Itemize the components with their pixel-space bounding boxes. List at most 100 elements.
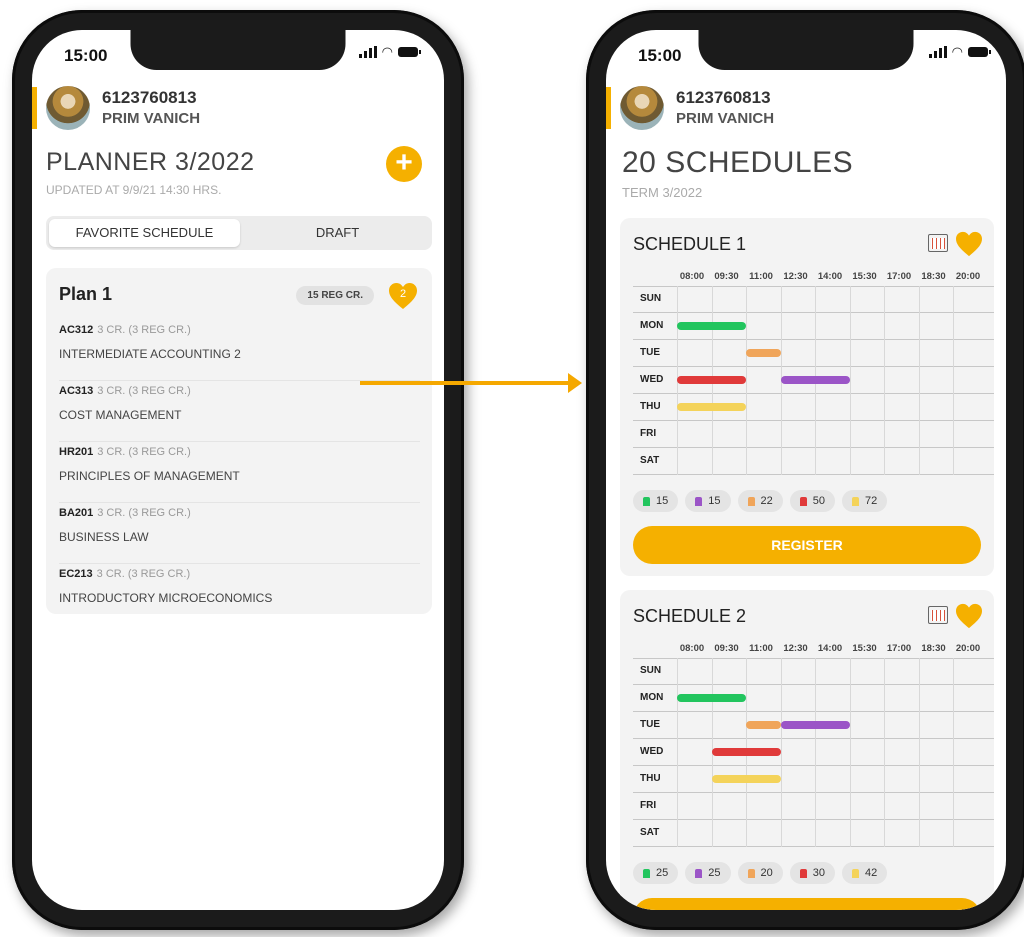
right-phone-frame: 15:00 ◠ 6123760813 PRIM VANICH 20 SCHEDU… <box>586 10 1024 930</box>
class-block[interactable] <box>780 721 850 729</box>
time-label: 08:00 <box>679 271 705 282</box>
schedule-card[interactable]: SCHEDULE 2 08:00 09:30 11:00 12:30 14:00 15:30… <box>620 590 994 910</box>
page-title: PLANNER 3/2022 <box>46 148 255 176</box>
seat-pill: 25 <box>633 862 679 884</box>
time-label: 09:30 <box>714 271 739 282</box>
day-label: MON <box>640 320 664 331</box>
time-label: 14:00 <box>817 643 843 654</box>
left-phone-frame: 15:00 ◠ 6123760813 PRIM VANICH PLANNER 3… <box>12 10 464 930</box>
favorite-heart-icon[interactable]: 2 <box>388 282 418 310</box>
avatar[interactable] <box>46 86 90 130</box>
left-phone-screen: 15:00 ◠ 6123760813 PRIM VANICH PLANNER 3… <box>32 30 444 910</box>
favorite-heart-icon[interactable] <box>954 231 984 257</box>
list-item[interactable]: AC313 3 CR. (3 REG CR.) COST MANAGEMENT <box>59 381 420 442</box>
time-label: 12:30 <box>783 643 808 654</box>
day-row: FRI <box>633 793 994 820</box>
status-icons: ◠ <box>928 44 991 59</box>
time-label: 08:00 <box>679 643 705 654</box>
time-header: 08:00 09:30 11:00 12:30 14:00 15:30 17:00 18:30… <box>620 643 990 657</box>
list-item[interactable]: BA201 3 CR. (3 REG CR.) BUSINESS LAW <box>59 503 420 564</box>
page-title: 20 SCHEDULES <box>622 146 854 179</box>
class-block[interactable] <box>746 349 781 357</box>
avatar[interactable] <box>620 86 664 130</box>
reg-credits-badge: 15 REG CR. <box>296 286 374 305</box>
seat-icon <box>747 868 755 878</box>
grid-line <box>884 658 885 847</box>
status-time: 15:00 <box>64 46 108 65</box>
day-row: SUN <box>633 286 994 313</box>
schedule-card[interactable]: SCHEDULE 1 08:00 09:30 11:00 12:30 14:00 15:30… <box>620 218 994 576</box>
seat-pill: 72 <box>842 490 888 512</box>
calendar-icon[interactable] <box>928 606 948 624</box>
class-block[interactable] <box>711 748 781 756</box>
seat-count: 20 <box>760 867 773 879</box>
add-plan-button[interactable]: + <box>386 146 422 182</box>
register-button[interactable] <box>633 898 981 910</box>
course-code: AC313 <box>59 385 94 397</box>
grid-line <box>815 658 816 847</box>
battery-icon <box>968 47 991 57</box>
course-credits: 3 CR. (3 REG CR.) <box>97 385 191 397</box>
day-label: SAT <box>640 455 660 466</box>
favorite-count: 2 <box>399 288 407 300</box>
favorite-heart-icon[interactable] <box>954 603 984 629</box>
day-label: SAT <box>640 827 660 838</box>
class-block[interactable] <box>780 376 850 384</box>
seat-count: 42 <box>865 867 878 879</box>
class-block[interactable] <box>677 376 746 384</box>
tab-favorite-schedule[interactable]: FAVORITE SCHEDULE <box>49 219 240 247</box>
seat-count: 15 <box>656 495 669 507</box>
day-row: THU <box>633 766 994 793</box>
day-label: FRI <box>640 800 657 811</box>
seat-availability: 15 15 22 50 72 <box>633 490 888 512</box>
day-row: WED <box>633 739 994 766</box>
register-button[interactable]: REGISTER <box>633 526 981 564</box>
course-code: BA201 <box>59 507 94 519</box>
course-credits: 3 CR. (3 REG CR.) <box>97 446 191 458</box>
wifi-icon: ◠ <box>951 44 963 59</box>
notch <box>130 30 346 70</box>
list-item[interactable]: EC213 3 CR. (3 REG CR.) INTRODUCTORY MICR… <box>59 564 420 624</box>
day-row: SAT <box>633 448 994 475</box>
seat-icon <box>695 868 703 878</box>
class-block[interactable] <box>746 721 781 729</box>
class-block[interactable] <box>677 322 746 330</box>
seat-pill: 15 <box>633 490 679 512</box>
course-name: INTRODUCTORY MICROECONOMICS <box>59 591 273 605</box>
schedule-title: SCHEDULE 1 <box>633 234 747 254</box>
class-block[interactable] <box>677 403 746 411</box>
student-id: 6123760813 <box>676 88 771 107</box>
student-id: 6123760813 <box>102 88 197 107</box>
day-label: THU <box>640 401 661 412</box>
profile-header[interactable]: 6123760813 PRIM VANICH <box>606 84 1006 134</box>
tab-draft[interactable]: DRAFT <box>246 219 429 247</box>
calendar-icon[interactable] <box>928 234 948 252</box>
timetable-grid: SUN MON TUE WED THU FRI SAT <box>633 286 994 476</box>
class-block[interactable] <box>677 694 746 702</box>
seat-count: 25 <box>656 867 669 879</box>
plan-name: Plan 1 <box>59 284 113 304</box>
plan-card[interactable]: Plan 1 15 REG CR. 2 AC312 3 CR. (3 REG CR… <box>46 268 432 614</box>
profile-header[interactable]: 6123760813 PRIM VANICH <box>32 84 444 134</box>
seat-pill: 50 <box>789 490 835 512</box>
schedule-title: SCHEDULE 2 <box>633 606 747 626</box>
time-label: 09:30 <box>714 643 739 654</box>
seat-icon <box>852 868 859 878</box>
course-code: EC213 <box>59 568 93 580</box>
seat-count: 15 <box>708 495 721 507</box>
grid-line <box>677 658 678 847</box>
day-label: SUN <box>640 665 662 676</box>
time-header: 08:00 09:30 11:00 12:30 14:00 15:30 17:00 18:30… <box>620 271 990 285</box>
seat-icon <box>747 496 755 506</box>
class-block[interactable] <box>711 775 781 783</box>
list-item[interactable]: AC312 3 CR. (3 REG CR.) INTERMEDIATE ACCO… <box>59 320 420 381</box>
signal-icon <box>928 46 947 58</box>
day-label: WED <box>640 374 664 385</box>
student-name: PRIM VANICH <box>676 110 775 127</box>
seat-availability: 25 25 20 30 42 <box>633 862 888 884</box>
signal-icon <box>358 46 377 58</box>
grid-line <box>953 658 954 847</box>
list-item[interactable]: HR201 3 CR. (3 REG CR.) PRINCIPLES OF MAN… <box>59 442 420 503</box>
wifi-icon: ◠ <box>381 44 393 59</box>
course-code: HR201 <box>59 446 94 458</box>
